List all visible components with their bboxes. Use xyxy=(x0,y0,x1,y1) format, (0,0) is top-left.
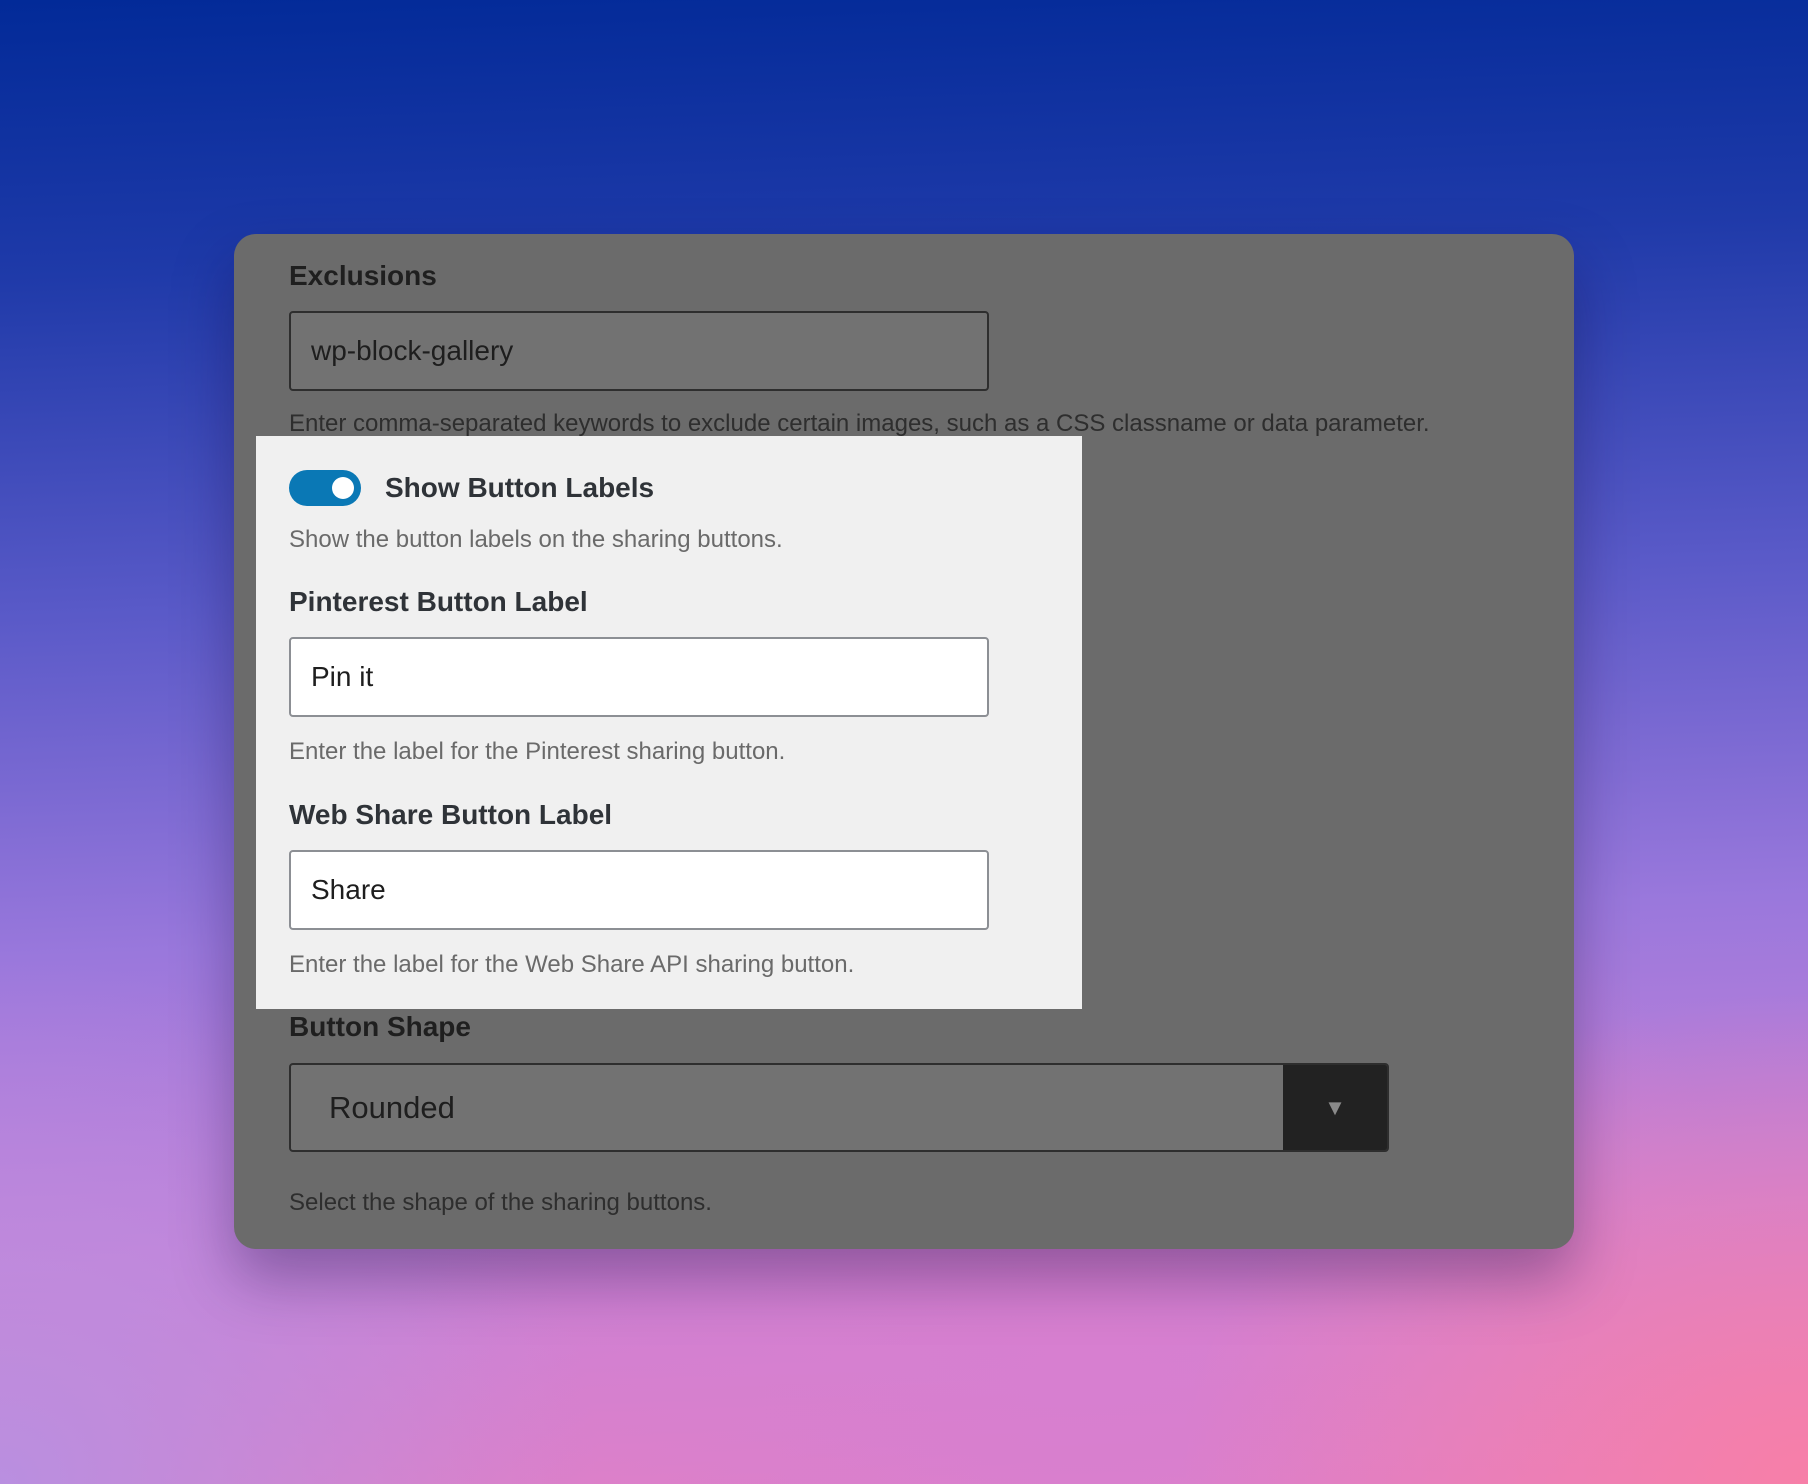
dropdown-toggle-button[interactable]: ▼ xyxy=(1283,1065,1387,1150)
pinterest-label-input[interactable]: Pin it xyxy=(289,637,989,717)
button-shape-label: Button Shape xyxy=(289,1011,471,1042)
button-shape-help: Select the shape of the sharing buttons. xyxy=(289,1189,712,1216)
show-labels-toggle[interactable] xyxy=(289,470,361,506)
pinterest-label-help: Enter the label for the Pinterest sharin… xyxy=(289,738,786,765)
show-labels-help: Show the button labels on the sharing bu… xyxy=(289,526,783,553)
webshare-label-heading: Web Share Button Label xyxy=(289,799,613,830)
button-shape-select[interactable]: Rounded ▼ xyxy=(289,1063,1389,1152)
button-shape-value: Rounded xyxy=(329,1089,455,1125)
show-labels-row: Show Button Labels xyxy=(289,470,654,506)
highlighted-section: Show Button Labels Show the button label… xyxy=(256,436,1082,1009)
toggle-knob xyxy=(332,477,354,499)
webshare-label-input[interactable]: Share xyxy=(289,850,989,930)
exclusions-help: Enter comma-separated keywords to exclud… xyxy=(289,410,1430,437)
exclusions-label: Exclusions xyxy=(289,260,437,291)
pinterest-label-heading: Pinterest Button Label xyxy=(289,586,588,617)
triangle-down-icon: ▼ xyxy=(1324,1094,1346,1120)
exclusions-input[interactable]: wp-block-gallery xyxy=(289,311,989,391)
webshare-label-help: Enter the label for the Web Share API sh… xyxy=(289,951,855,978)
show-labels-label[interactable]: Show Button Labels xyxy=(385,472,654,504)
